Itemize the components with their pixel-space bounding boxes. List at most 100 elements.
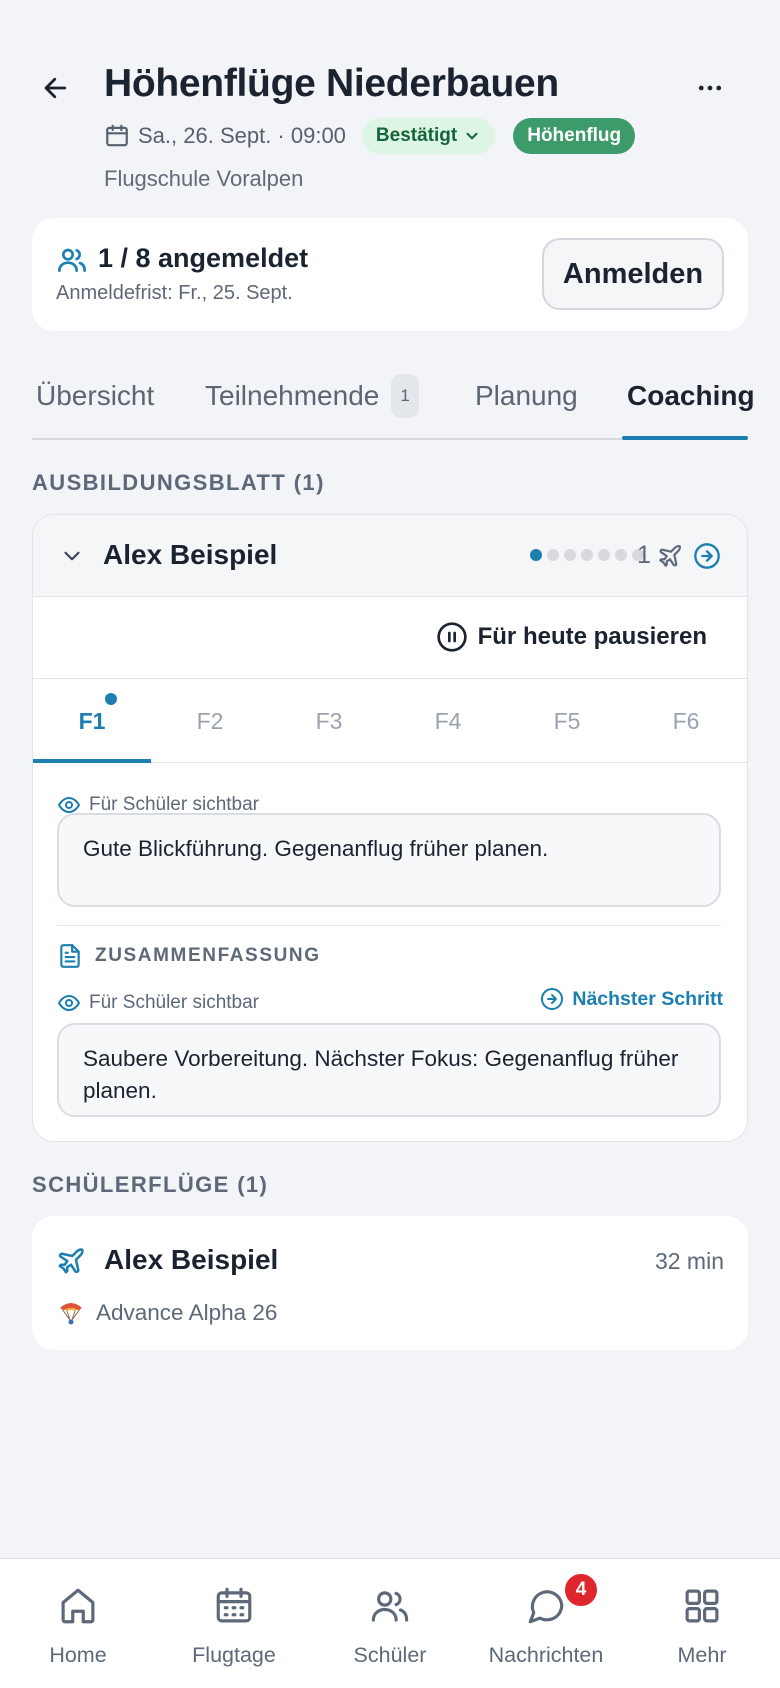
flight-tab-f2[interactable]: F2 xyxy=(151,679,269,763)
chevron-down-icon xyxy=(466,132,478,140)
nav-messages[interactable]: 4 Nachrichten xyxy=(468,1559,624,1688)
more-horizontal-icon xyxy=(698,85,722,91)
tab-coaching[interactable]: Coaching xyxy=(627,374,755,418)
status-chip[interactable]: Bestätigt xyxy=(361,118,496,154)
organizer-name: Flugschule Voralpen xyxy=(104,166,304,191)
messages-badge: 4 xyxy=(562,1571,600,1609)
nav-students[interactable]: Schüler xyxy=(312,1559,468,1688)
has-note-dot xyxy=(105,693,117,705)
tab-label: Planung xyxy=(475,380,578,411)
users-icon xyxy=(58,248,86,272)
pause-row: Für heute pausieren xyxy=(33,597,747,679)
summary-visibility: Für Schüler sichtbar xyxy=(57,991,259,1015)
event-tabs: Übersicht Teilnehmende 1 Planung Coachin… xyxy=(32,360,755,440)
arrow-left-icon xyxy=(44,77,67,99)
summary-field[interactable]: Saubere Vorbereitung. Nächster Fokus: Ge… xyxy=(57,1023,721,1117)
nav-flight-days[interactable]: Flugtage xyxy=(156,1559,312,1688)
calendar-icon xyxy=(216,1587,252,1623)
flight-student-name: Alex Beispiel xyxy=(104,1244,279,1275)
pause-circle-icon xyxy=(436,622,467,652)
flight-tab-label: F5 xyxy=(553,707,581,734)
plane-icon xyxy=(58,1248,84,1274)
users-icon xyxy=(371,1591,409,1622)
arrow-right-circle-icon xyxy=(541,988,564,1010)
student-flights-section-label: SCHÜLERFLÜGE (1) xyxy=(32,1172,269,1197)
flight-tab-label: F3 xyxy=(315,707,343,734)
bottom-navigation: Home Flugtage Schüler 4 Nachrichten Mehr xyxy=(0,1558,780,1688)
progress-dot xyxy=(581,549,593,561)
glider-name: Advance Alpha 26 xyxy=(96,1300,278,1325)
registration-deadline: Anmeldefrist: Fr., 25. Sept. xyxy=(56,282,293,304)
nav-more[interactable]: Mehr xyxy=(624,1559,780,1688)
participants-count-badge: 1 xyxy=(391,374,419,418)
flight-tab-label: F4 xyxy=(434,707,462,734)
event-date-text: Sa., 26. Sept. · 09:00 xyxy=(138,123,346,148)
event-date: Sa., 26. Sept. · 09:00 xyxy=(104,123,346,149)
active-flight-tab-indicator xyxy=(33,759,151,763)
progress-dots xyxy=(530,549,644,561)
nav-label: Home xyxy=(49,1643,107,1667)
summary-visibility-label: Für Schüler sichtbar xyxy=(89,992,260,1013)
active-tab-indicator xyxy=(622,436,748,440)
back-button[interactable] xyxy=(36,68,76,108)
next-step-label: Nächster Schritt xyxy=(572,987,723,1010)
pause-today-label: Für heute pausieren xyxy=(477,623,707,650)
tab-label: Teilnehmende xyxy=(205,380,380,411)
progress-dot xyxy=(564,549,576,561)
training-sheet-card: Alex Beispiel 1 Für heute pausieren F1 F… xyxy=(32,514,748,1142)
next-step-button[interactable]: Nächster Schritt xyxy=(540,987,723,1011)
training-sheet-header[interactable]: Alex Beispiel 1 xyxy=(33,515,747,597)
flight-note-field[interactable]: Gute Blickführung. Gegenanflug früher pl… xyxy=(57,813,721,907)
plane-icon xyxy=(659,544,682,567)
training-sheet-section-label: AUSBILDUNGSBLATT (1) xyxy=(32,470,325,495)
chevron-down-icon[interactable] xyxy=(59,543,85,569)
flight-tab-f4[interactable]: F4 xyxy=(389,679,507,763)
flight-tab-f1[interactable]: F1 xyxy=(33,679,151,763)
summary-label: ZUSAMMENFASSUNG xyxy=(95,945,321,966)
progress-dot xyxy=(530,549,542,561)
tab-participants[interactable]: Teilnehmende 1 xyxy=(205,374,419,418)
flight-tab-label: F2 xyxy=(196,707,224,734)
nav-label: Mehr xyxy=(677,1643,727,1667)
document-icon xyxy=(60,944,80,968)
type-chip: Höhenflug xyxy=(513,118,636,154)
arrow-right-circle-icon[interactable] xyxy=(693,542,721,570)
flight-tab-f6[interactable]: F6 xyxy=(627,679,745,763)
flight-tab-label: F6 xyxy=(672,707,700,734)
tab-overview[interactable]: Übersicht xyxy=(36,374,154,418)
student-flight-item[interactable]: Alex Beispiel 32 min Advance Alpha 26 xyxy=(32,1216,748,1350)
progress-dot xyxy=(615,549,627,561)
flight-tabs: F1 F2 F3 F4 F5 F6 xyxy=(33,679,747,763)
register-button[interactable]: Anmelden xyxy=(542,238,724,310)
flight-tab-f3[interactable]: F3 xyxy=(270,679,388,763)
status-chip-label: Bestätigt xyxy=(375,125,458,146)
grid-icon xyxy=(685,1589,719,1623)
message-circle-icon xyxy=(528,1590,564,1624)
registration-count: 1 / 8 angemeldet xyxy=(98,243,309,273)
progress-dot xyxy=(547,549,559,561)
summary-header: ZUSAMMENFASSUNG xyxy=(57,943,321,969)
flight-count: 1 xyxy=(637,541,651,569)
tab-planning[interactable]: Planung xyxy=(475,374,578,418)
divider xyxy=(57,925,721,926)
home-icon xyxy=(61,1588,95,1624)
eye-icon xyxy=(58,995,80,1011)
nav-home[interactable]: Home xyxy=(0,1559,156,1688)
calendar-icon xyxy=(106,124,128,147)
event-header: Höhenflüge Niederbauen Sa., 26. Sept. · … xyxy=(0,0,780,210)
flight-tab-f5[interactable]: F5 xyxy=(508,679,626,763)
pause-today-button[interactable]: Für heute pausieren xyxy=(436,621,707,653)
flight-tab-label: F1 xyxy=(78,707,106,734)
paraglider-icon xyxy=(60,1303,82,1325)
nav-label: Schüler xyxy=(353,1643,427,1667)
more-options-button[interactable] xyxy=(690,68,730,108)
flight-duration: 32 min xyxy=(654,1248,724,1274)
nav-label: Nachrichten xyxy=(488,1643,604,1667)
nav-label: Flugtage xyxy=(192,1643,276,1667)
event-meta: Sa., 26. Sept. · 09:00 Bestätigt Höhenfl… xyxy=(104,118,636,154)
progress-dot xyxy=(598,549,610,561)
page-title: Höhenflüge Niederbauen xyxy=(104,62,559,105)
tab-label: Coaching xyxy=(627,380,755,411)
student-name: Alex Beispiel xyxy=(103,539,278,570)
tab-label: Übersicht xyxy=(36,380,155,411)
